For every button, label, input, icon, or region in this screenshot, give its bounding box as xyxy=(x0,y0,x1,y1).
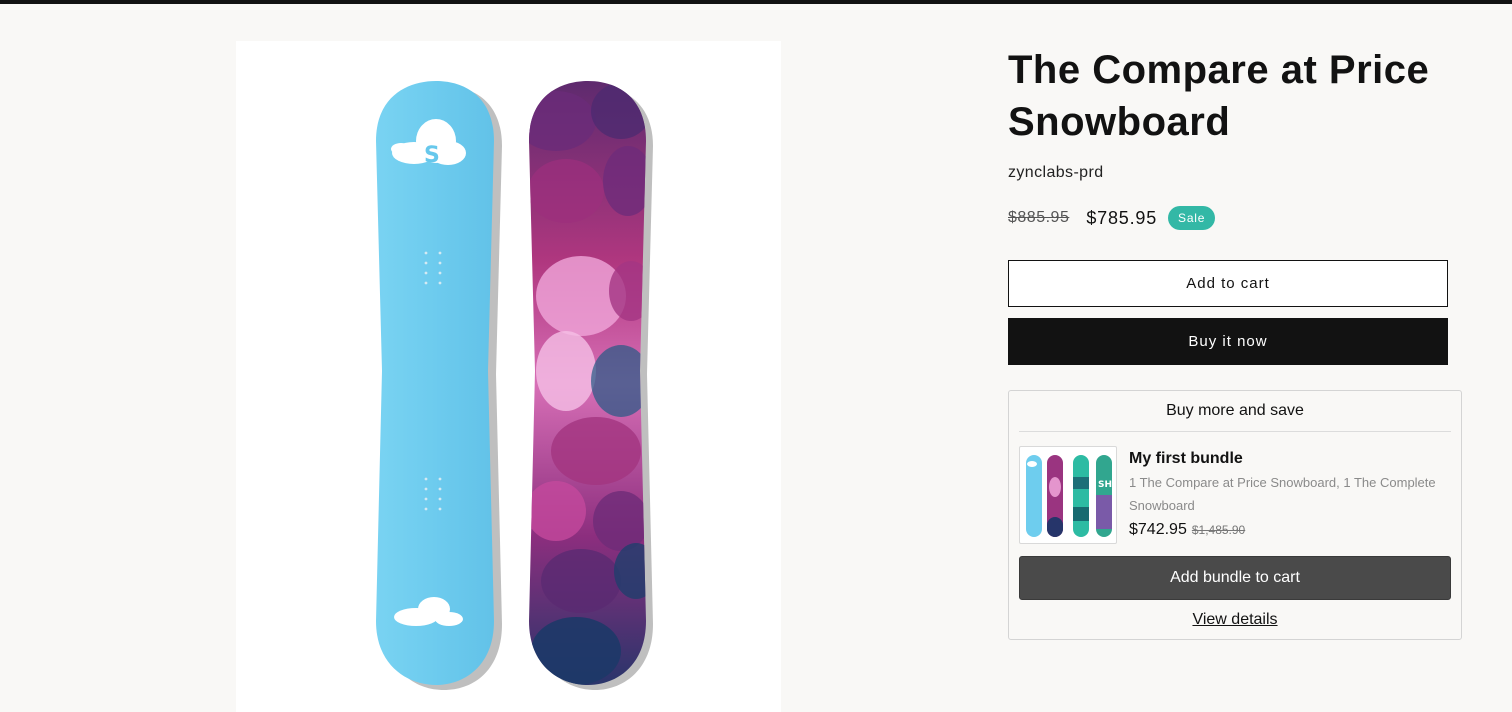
add-to-cart-button[interactable]: Add to cart xyxy=(1008,260,1448,307)
bundle-prices: $742.95 $1,485.90 xyxy=(1129,521,1245,539)
svg-text:SH: SH xyxy=(1098,480,1112,490)
bundle-compare-price: $1,485.90 xyxy=(1191,523,1246,537)
bundle-name: My first bundle xyxy=(1129,450,1243,467)
bundle-price: $742.95 xyxy=(1129,521,1187,538)
product-title: The Compare at Price Snowboard xyxy=(1008,48,1430,144)
view-details-link[interactable]: View details xyxy=(1009,611,1461,629)
sale-price: $785.95 xyxy=(1086,207,1158,228)
bundle-description: 1 The Compare at Price Snowboard, 1 The … xyxy=(1129,475,1436,513)
price-row: $885.95 $785.95 Sale xyxy=(1008,204,1216,232)
product-image[interactable]: S xyxy=(236,41,781,712)
sale-badge: Sale xyxy=(1168,206,1216,230)
top-border xyxy=(0,0,1512,4)
blue-snowboard xyxy=(376,81,494,685)
product-vendor: zynclabs-prd xyxy=(1008,164,1104,181)
bundle-divider xyxy=(1019,431,1451,432)
svg-text:S: S xyxy=(424,143,440,168)
purple-snowboard xyxy=(529,81,646,685)
buy-it-now-button[interactable]: Buy it now xyxy=(1008,318,1448,365)
snowboards-image: S xyxy=(376,81,653,690)
bundle-snowboards-image: SH xyxy=(1026,455,1112,537)
bundle-heading: Buy more and save xyxy=(1166,402,1304,419)
bundle-thumbnail[interactable]: SH xyxy=(1019,446,1117,544)
compare-at-price: $885.95 xyxy=(1008,209,1070,226)
add-bundle-to-cart-button[interactable]: Add bundle to cart xyxy=(1019,556,1451,600)
bundle-widget: Buy more and save SH My first bundle 1 T… xyxy=(1008,390,1462,640)
